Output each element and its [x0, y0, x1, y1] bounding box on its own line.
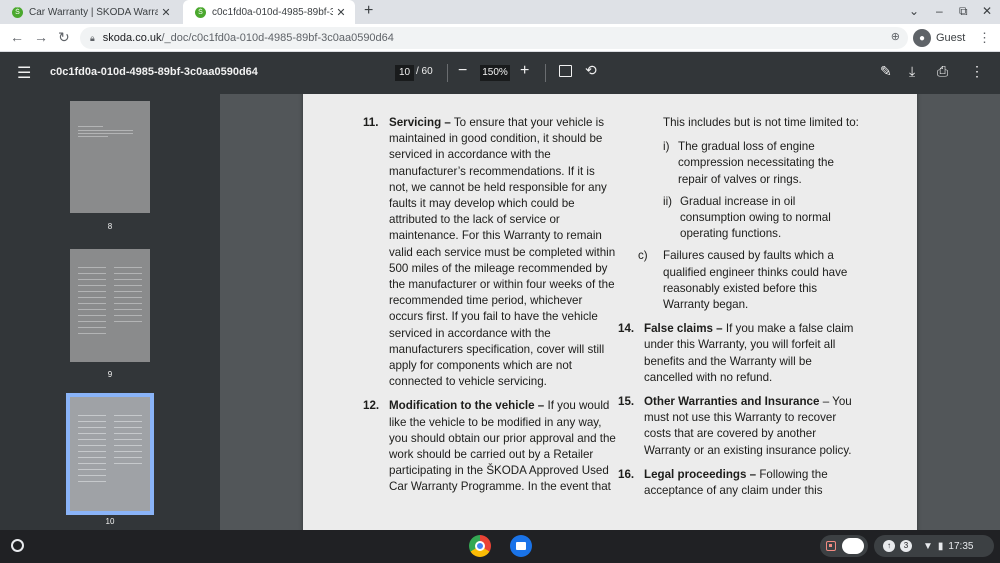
- divider: [447, 64, 448, 82]
- pdf-toolbar: ☰ c0c1fd0a-010d-4985-89bf-3c0aa0590d64 1…: [0, 52, 1000, 94]
- os-shelf: ↑ 3 ▼ ▮ 17:35: [0, 530, 1000, 563]
- thumbnail-label: 9: [107, 370, 113, 379]
- text-column-right: This includes but is not time limited to…: [618, 115, 861, 507]
- back-button[interactable]: ←: [10, 29, 24, 45]
- clause-title: False claims –: [644, 322, 723, 336]
- sub-clause-label: c): [638, 249, 648, 263]
- tab-pdf-document[interactable]: Š c0c1fd0a-010d-4985-89bf-3c0aa0590d64 ✕: [183, 0, 355, 24]
- page-thumbnail-8[interactable]: [70, 101, 150, 213]
- reload-button[interactable]: ↻: [58, 29, 70, 46]
- tab-car-warranty[interactable]: Š Car Warranty | ŠKODA Warranty ✕: [0, 0, 180, 24]
- sub-clause-text: The gradual loss of engine compression n…: [678, 140, 834, 186]
- sub-clause: c) Failures caused by faults which a qua…: [638, 248, 861, 313]
- download-icon[interactable]: ⤓: [909, 63, 915, 80]
- page-thumbnail-9[interactable]: [70, 249, 150, 362]
- clause-item: 11. Servicing – To ensure that your vehi…: [363, 115, 616, 390]
- clause-number: 16.: [618, 467, 635, 481]
- clause-number: 14.: [618, 322, 635, 336]
- notification-icon: ↑: [883, 540, 895, 552]
- notification-count: 3: [900, 540, 912, 552]
- profile-button[interactable]: ● Guest: [913, 27, 965, 49]
- zoom-icon[interactable]: ⊕: [891, 30, 900, 43]
- battery-icon: ▮: [937, 540, 944, 552]
- screen-capture-tray[interactable]: [820, 535, 868, 557]
- url-host: skoda.co.uk: [102, 32, 162, 44]
- pdf-page: 11. Servicing – To ensure that your vehi…: [303, 94, 917, 530]
- clause-title: Legal proceedings –: [644, 467, 757, 481]
- tab-strip: Š Car Warranty | ŠKODA Warranty ✕ Š c0c1…: [0, 0, 1000, 24]
- clause-item: 16. Legal proceedings – Following the ac…: [618, 467, 861, 499]
- zoom-out-button[interactable]: −: [458, 62, 467, 80]
- fit-to-page-icon[interactable]: [559, 65, 572, 77]
- window-close-button[interactable]: ✕: [982, 4, 992, 18]
- tab-title: c0c1fd0a-010d-4985-89bf-3c0aa0590d64: [212, 6, 333, 18]
- lock-icon[interactable]: 🔒︎: [90, 33, 95, 44]
- sidebar-menu-icon[interactable]: ☰: [17, 63, 31, 83]
- clause-text: To ensure that your vehicle is maintaine…: [389, 116, 616, 389]
- print-icon[interactable]: ⎙: [937, 63, 948, 80]
- page-total: / 60: [416, 66, 433, 77]
- clause-text: If you would like the vehicle to be modi…: [389, 399, 616, 494]
- rotate-icon[interactable]: ⟲: [585, 62, 597, 79]
- zoom-in-button[interactable]: +: [520, 62, 529, 80]
- restore-button[interactable]: ⧉: [959, 4, 968, 19]
- sub-clause: ii) Gradual increase in oil consumption …: [663, 194, 861, 243]
- forward-button[interactable]: →: [34, 29, 48, 45]
- page-thumbnail-10[interactable]: [66, 393, 154, 515]
- profile-label: Guest: [936, 32, 966, 44]
- wifi-icon: ▼: [923, 540, 933, 552]
- pdf-viewport[interactable]: 11. Servicing – To ensure that your vehi…: [220, 94, 1000, 530]
- tab-close-icon[interactable]: ✕: [333, 6, 349, 19]
- clause-item: 12. Modification to the vehicle – If you…: [363, 398, 616, 495]
- avatar-icon: ●: [913, 29, 931, 47]
- clause-continuation: This includes but is not time limited to…: [663, 116, 859, 129]
- address-bar[interactable]: 🔒︎ skoda.co.uk/_doc/c0c1fd0a-010d-4985-8…: [80, 27, 908, 49]
- pdf-filename: c0c1fd0a-010d-4985-89bf-3c0aa0590d64: [50, 66, 258, 78]
- clause-title: Other Warranties and Insurance: [644, 395, 820, 409]
- tab-search-icon[interactable]: ⌄: [909, 4, 919, 18]
- chrome-app-icon[interactable]: [469, 535, 491, 557]
- launcher-icon[interactable]: [11, 539, 24, 552]
- clause-title: Servicing –: [389, 116, 451, 129]
- page-number-input[interactable]: 10: [395, 65, 414, 81]
- browser-menu-button[interactable]: ⋮: [978, 30, 991, 46]
- thumbnail-label: 8: [107, 222, 113, 231]
- thumbnail-label: 10: [105, 517, 115, 526]
- sub-clause-label: i): [663, 140, 670, 154]
- tab-title: Car Warranty | ŠKODA Warranty: [29, 6, 158, 18]
- sub-clause: i) The gradual loss of engine compressio…: [663, 139, 861, 188]
- thumbnail-sidebar: 8 9 10: [0, 94, 220, 530]
- clause-item: 15. Other Warranties and Insurance – You…: [618, 394, 861, 459]
- status-area[interactable]: ↑ 3 ▼ ▮ 17:35: [874, 535, 994, 557]
- clause-number: 11.: [363, 116, 379, 129]
- browser-toolbar: ← → ↻ 🔒︎ skoda.co.uk/_doc/c0c1fd0a-010d-…: [0, 24, 1000, 52]
- minimize-button[interactable]: ‒: [936, 4, 943, 18]
- annotate-pen-icon[interactable]: ✎: [880, 63, 892, 80]
- clause-number: 12.: [363, 399, 380, 413]
- clock: 17:35: [948, 540, 974, 552]
- holding-space-icon: [842, 538, 864, 554]
- sub-clause-text: Failures caused by faults which a qualif…: [663, 249, 848, 312]
- tab-close-icon[interactable]: ✕: [158, 6, 174, 19]
- skoda-favicon-icon: Š: [12, 6, 23, 18]
- screen-record-icon: [826, 541, 836, 551]
- skoda-favicon-icon: Š: [195, 6, 206, 18]
- zoom-input[interactable]: 150%: [480, 65, 510, 81]
- new-tab-button[interactable]: +: [364, 2, 373, 20]
- clause-number: 15.: [618, 395, 635, 409]
- divider: [545, 64, 546, 82]
- url-path: /_doc/c0c1fd0a-010d-4985-89bf-3c0aa0590d…: [161, 32, 394, 44]
- clause-title: Modification to the vehicle –: [389, 399, 545, 413]
- files-app-icon[interactable]: [510, 535, 532, 557]
- clause-item: 14. False claims – If you make a false c…: [618, 321, 861, 386]
- more-actions-icon[interactable]: ⋮: [970, 63, 984, 80]
- text-column-left: 11. Servicing – To ensure that your vehi…: [363, 115, 616, 504]
- sub-clause-text: Gradual increase in oil consumption owin…: [680, 194, 831, 241]
- sub-clause-label: ii): [663, 194, 673, 208]
